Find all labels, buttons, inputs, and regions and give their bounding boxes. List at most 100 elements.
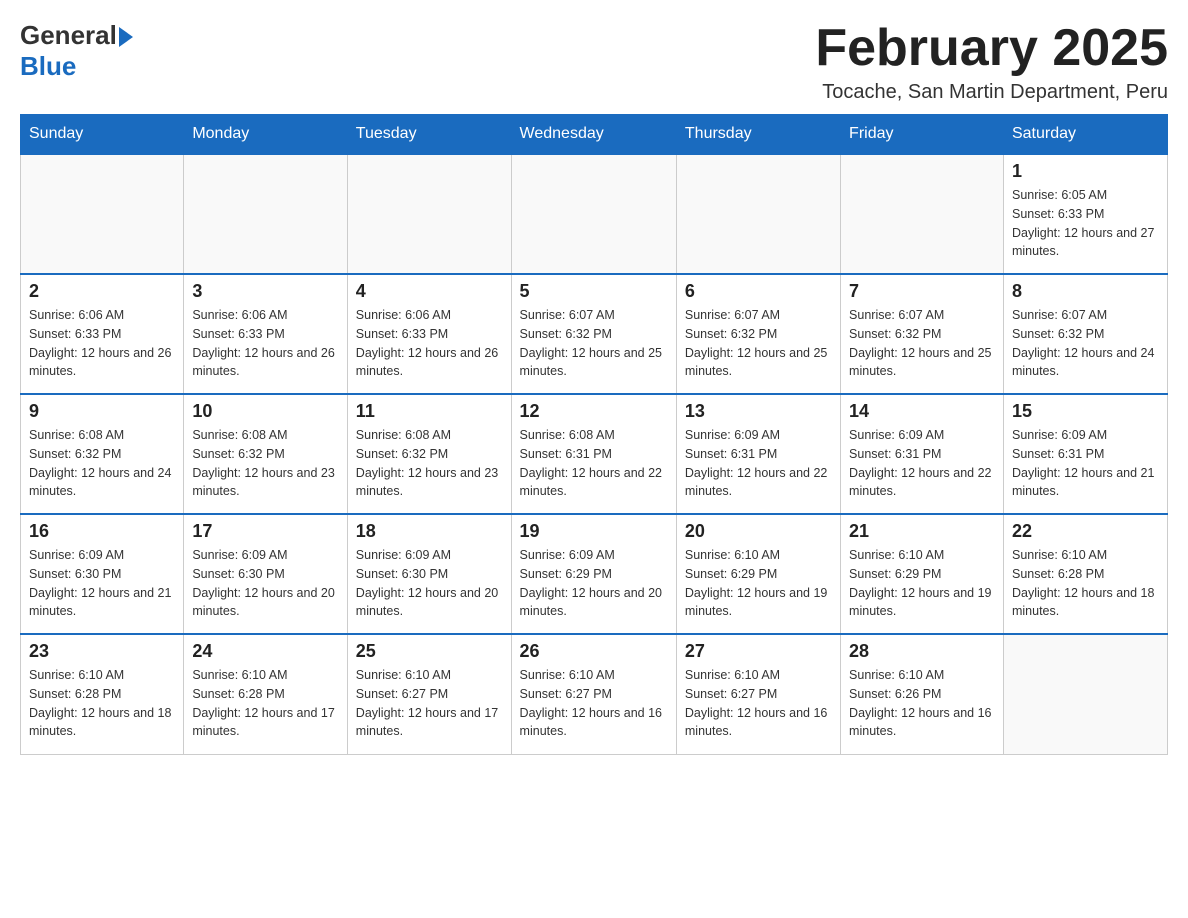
calendar-cell: 6 Sunrise: 6:07 AM Sunset: 6:32 PM Daylig… [676,274,840,394]
day-info: Sunrise: 6:09 AM Sunset: 6:29 PM Dayligh… [520,546,668,621]
day-info: Sunrise: 6:08 AM Sunset: 6:31 PM Dayligh… [520,426,668,501]
day-number: 1 [1012,161,1159,182]
calendar-cell: 24Sunrise: 6:10 AM Sunset: 6:28 PM Dayli… [184,634,347,754]
calendar-cell: 4 Sunrise: 6:06 AM Sunset: 6:33 PM Daylig… [347,274,511,394]
logo-arrow-icon [119,27,133,47]
day-number: 23 [29,641,175,662]
calendar-cell [347,154,511,274]
day-number: 3 [192,281,338,302]
calendar-header-thursday: Thursday [676,115,840,155]
day-info: Sunrise: 6:08 AM Sunset: 6:32 PM Dayligh… [356,426,503,501]
calendar-cell: 21 Sunrise: 6:10 AM Sunset: 6:29 PM Dayli… [841,514,1004,634]
calendar-cell [1003,634,1167,754]
day-number: 5 [520,281,668,302]
day-info: Sunrise: 6:08 AM Sunset: 6:32 PM Dayligh… [29,426,175,501]
calendar-cell: 28 Sunrise: 6:10 AM Sunset: 6:26 PM Dayli… [841,634,1004,754]
day-info: Sunrise: 6:10 AM Sunset: 6:29 PM Dayligh… [685,546,832,621]
calendar-cell [676,154,840,274]
calendar-cell [841,154,1004,274]
calendar-cell: 18Sunrise: 6:09 AM Sunset: 6:30 PM Dayli… [347,514,511,634]
calendar-cell: 7Sunrise: 6:07 AM Sunset: 6:32 PM Daylig… [841,274,1004,394]
logo-general-label: General [20,20,117,51]
calendar-cell: 8 Sunrise: 6:07 AM Sunset: 6:32 PM Daylig… [1003,274,1167,394]
calendar-cell: 14 Sunrise: 6:09 AM Sunset: 6:31 PM Dayli… [841,394,1004,514]
day-number: 19 [520,521,668,542]
day-number: 12 [520,401,668,422]
calendar-cell: 1 Sunrise: 6:05 AM Sunset: 6:33 PM Daylig… [1003,154,1167,274]
calendar-cell: 16Sunrise: 6:09 AM Sunset: 6:30 PM Dayli… [21,514,184,634]
calendar-cell: 3 Sunrise: 6:06 AM Sunset: 6:33 PM Daylig… [184,274,347,394]
day-info: Sunrise: 6:07 AM Sunset: 6:32 PM Dayligh… [1012,306,1159,381]
calendar-cell: 11 Sunrise: 6:08 AM Sunset: 6:32 PM Dayli… [347,394,511,514]
day-info: Sunrise: 6:06 AM Sunset: 6:33 PM Dayligh… [356,306,503,381]
day-info: Sunrise: 6:06 AM Sunset: 6:33 PM Dayligh… [29,306,175,381]
calendar-week-row-3: 9 Sunrise: 6:08 AM Sunset: 6:32 PM Daylig… [21,394,1168,514]
calendar-cell: 15 Sunrise: 6:09 AM Sunset: 6:31 PM Dayli… [1003,394,1167,514]
calendar-cell [184,154,347,274]
day-info: Sunrise: 6:09 AM Sunset: 6:30 PM Dayligh… [29,546,175,621]
calendar-cell: 9 Sunrise: 6:08 AM Sunset: 6:32 PM Daylig… [21,394,184,514]
day-number: 11 [356,401,503,422]
logo: General Blue [20,20,133,82]
calendar-week-row-5: 23Sunrise: 6:10 AM Sunset: 6:28 PM Dayli… [21,634,1168,754]
calendar-cell: 10 Sunrise: 6:08 AM Sunset: 6:32 PM Dayli… [184,394,347,514]
day-info: Sunrise: 6:09 AM Sunset: 6:31 PM Dayligh… [1012,426,1159,501]
calendar-cell: 23Sunrise: 6:10 AM Sunset: 6:28 PM Dayli… [21,634,184,754]
calendar-header-wednesday: Wednesday [511,115,676,155]
calendar-cell: 27 Sunrise: 6:10 AM Sunset: 6:27 PM Dayli… [676,634,840,754]
day-info: Sunrise: 6:05 AM Sunset: 6:33 PM Dayligh… [1012,186,1159,261]
calendar-cell: 19 Sunrise: 6:09 AM Sunset: 6:29 PM Dayli… [511,514,676,634]
day-number: 15 [1012,401,1159,422]
calendar-header-row: SundayMondayTuesdayWednesdayThursdayFrid… [21,115,1168,155]
calendar-header-saturday: Saturday [1003,115,1167,155]
day-number: 27 [685,641,832,662]
calendar-cell: 12 Sunrise: 6:08 AM Sunset: 6:31 PM Dayli… [511,394,676,514]
day-number: 10 [192,401,338,422]
calendar-cell: 2 Sunrise: 6:06 AM Sunset: 6:33 PM Daylig… [21,274,184,394]
day-info: Sunrise: 6:09 AM Sunset: 6:31 PM Dayligh… [685,426,832,501]
location-title: Tocache, San Martin Department, Peru [815,81,1168,104]
day-info: Sunrise: 6:10 AM Sunset: 6:26 PM Dayligh… [849,666,995,741]
logo-blue-text: Blue [20,51,76,82]
calendar-table: SundayMondayTuesdayWednesdayThursdayFrid… [20,114,1168,755]
day-number: 24 [192,641,338,662]
calendar-cell: 25Sunrise: 6:10 AM Sunset: 6:27 PM Dayli… [347,634,511,754]
day-number: 18 [356,521,503,542]
day-info: Sunrise: 6:09 AM Sunset: 6:31 PM Dayligh… [849,426,995,501]
calendar-cell [21,154,184,274]
day-number: 25 [356,641,503,662]
day-info: Sunrise: 6:07 AM Sunset: 6:32 PM Dayligh… [520,306,668,381]
day-info: Sunrise: 6:09 AM Sunset: 6:30 PM Dayligh… [192,546,338,621]
day-info: Sunrise: 6:06 AM Sunset: 6:33 PM Dayligh… [192,306,338,381]
day-number: 4 [356,281,503,302]
day-number: 22 [1012,521,1159,542]
calendar-week-row-2: 2 Sunrise: 6:06 AM Sunset: 6:33 PM Daylig… [21,274,1168,394]
day-info: Sunrise: 6:10 AM Sunset: 6:27 PM Dayligh… [685,666,832,741]
day-number: 17 [192,521,338,542]
calendar-header-tuesday: Tuesday [347,115,511,155]
day-number: 14 [849,401,995,422]
calendar-cell: 20Sunrise: 6:10 AM Sunset: 6:29 PM Dayli… [676,514,840,634]
day-number: 6 [685,281,832,302]
day-info: Sunrise: 6:08 AM Sunset: 6:32 PM Dayligh… [192,426,338,501]
calendar-cell: 5 Sunrise: 6:07 AM Sunset: 6:32 PM Daylig… [511,274,676,394]
title-block: February 2025 Tocache, San Martin Depart… [815,20,1168,104]
calendar-header-monday: Monday [184,115,347,155]
day-number: 8 [1012,281,1159,302]
calendar-header-friday: Friday [841,115,1004,155]
day-number: 2 [29,281,175,302]
day-number: 9 [29,401,175,422]
day-info: Sunrise: 6:10 AM Sunset: 6:29 PM Dayligh… [849,546,995,621]
day-info: Sunrise: 6:07 AM Sunset: 6:32 PM Dayligh… [849,306,995,381]
calendar-cell: 13 Sunrise: 6:09 AM Sunset: 6:31 PM Dayli… [676,394,840,514]
day-info: Sunrise: 6:07 AM Sunset: 6:32 PM Dayligh… [685,306,832,381]
day-number: 21 [849,521,995,542]
day-number: 13 [685,401,832,422]
day-number: 28 [849,641,995,662]
month-title: February 2025 [815,20,1168,77]
page-header: General Blue February 2025 Tocache, San … [20,20,1168,104]
calendar-header-sunday: Sunday [21,115,184,155]
calendar-week-row-4: 16Sunrise: 6:09 AM Sunset: 6:30 PM Dayli… [21,514,1168,634]
day-info: Sunrise: 6:10 AM Sunset: 6:27 PM Dayligh… [520,666,668,741]
calendar-week-row-1: 1 Sunrise: 6:05 AM Sunset: 6:33 PM Daylig… [21,154,1168,274]
